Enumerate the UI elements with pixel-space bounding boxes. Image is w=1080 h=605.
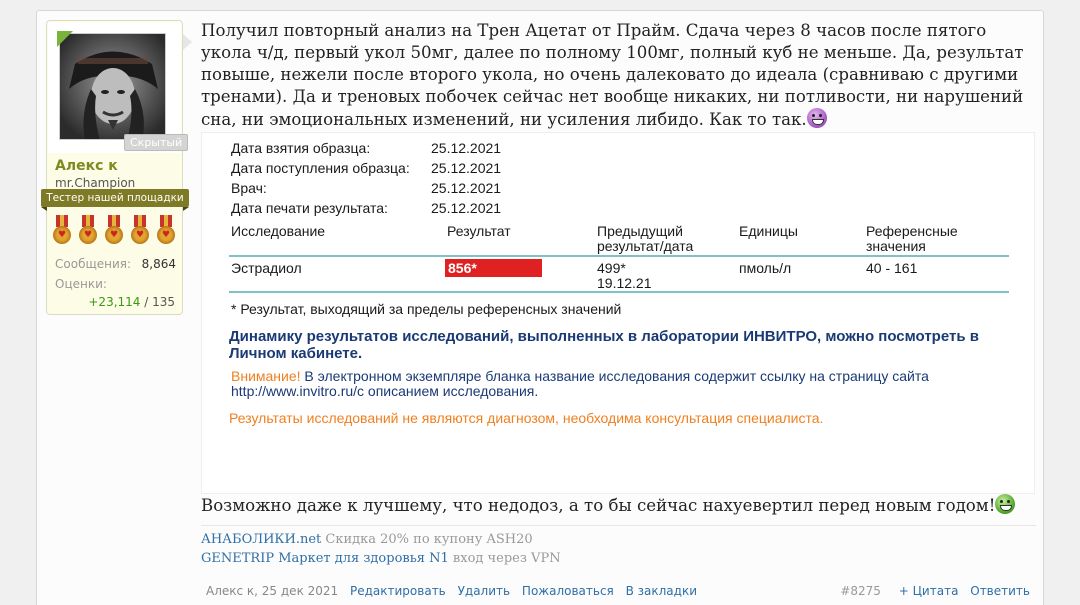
post-text: Получил повторный анализ на Трен Ацетат … [201, 20, 1036, 131]
post-text-2: Возможно даже к лучшему, что недодоз, а … [201, 496, 996, 515]
lab-disclaimer: Результаты исследований не являются диаг… [229, 410, 824, 426]
cell-prev-value: 499* [597, 260, 626, 276]
th-previous: Предыдущий результат/дата [597, 224, 693, 254]
post-author-date[interactable]: Алекс к, 25 дек 2021 [206, 584, 338, 598]
signature-link-genetrip[interactable]: GENETRIP Маркет для здоровья N1 [201, 551, 449, 566]
lab-meta-row: Врач: 25.12.2021 [231, 178, 501, 198]
lab-meta-key: Врач: [231, 180, 267, 196]
user-banner: Тестер нашей площадки [41, 189, 189, 211]
stat-messages-label: Сообщения: [55, 257, 132, 271]
stat-messages-value[interactable]: 8,864 [142, 257, 176, 271]
medals: ♥ ♥ ♥ ♥ ♥ [52, 215, 176, 249]
lab-meta-key: Дата взятия образца: [231, 140, 371, 156]
lab-meta-key: Дата поступления образца: [231, 160, 410, 176]
post-number[interactable]: #8275 [840, 584, 881, 598]
online-indicator-icon [57, 31, 73, 47]
signature-line-1: АНАБОЛИКИ.net Скидка 20% по купону ASH20 [201, 532, 533, 547]
speech-arrow [183, 34, 192, 50]
delete-link[interactable]: Удалить [458, 584, 511, 598]
cell-study: Эстрадиол [231, 260, 302, 276]
ratings-separator: / [140, 295, 153, 309]
th-reference: Референсные значения [866, 224, 958, 254]
th-reference-2: значения [866, 238, 926, 254]
signature-text-2: вход через VPN [448, 551, 561, 566]
signature-link-anaboliki[interactable]: АНАБОЛИКИ.net [201, 532, 321, 547]
lab-result-image[interactable]: Дата взятия образца: 25.12.2021 Дата посту… [201, 132, 1035, 494]
smiley-green-icon [995, 494, 1016, 514]
medal-icon[interactable]: ♥ [52, 215, 72, 249]
medal-icon[interactable]: ♥ [156, 215, 176, 249]
table-divider-top [229, 255, 1009, 257]
cell-result: 856* [445, 259, 542, 277]
lab-meta-value: 25.12.2021 [431, 200, 502, 216]
avatar-box[interactable]: Скрытый [48, 22, 189, 153]
ratings-value: +23,114 / 135 [88, 295, 175, 309]
user-name[interactable]: Алекс к [55, 158, 118, 174]
th-previous-1: Предыдущий [597, 223, 683, 239]
post-text-1: Получил повторный анализ на Трен Ацетат … [201, 21, 1024, 129]
reply-link[interactable]: Ответить [970, 584, 1030, 598]
quote-link[interactable]: + Цитата [899, 584, 959, 598]
avatar[interactable] [59, 33, 166, 140]
cell-units: пмоль/л [739, 260, 792, 276]
th-previous-2: результат/дата [597, 238, 694, 254]
user-panel: Скрытый Алекс к mr.Champion Тестер нашей… [41, 20, 189, 315]
table-divider-bottom [229, 291, 1009, 293]
signature-line-2: GENETRIP Маркет для здоровья N1 вход чер… [201, 551, 561, 566]
cell-prev-date: 19.12.21 [597, 275, 652, 291]
lab-meta-value: 25.12.2021 [431, 180, 502, 196]
stat-ratings-label: Оценки: [55, 277, 107, 291]
ratings-positive: +23,114 [88, 295, 141, 309]
lab-dynamics: Динамику результатов исследований, выпол… [229, 328, 979, 362]
smiley-purple-icon [806, 108, 827, 128]
cell-reference: 40 - 161 [866, 260, 918, 276]
report-link[interactable]: Пожаловаться [522, 584, 614, 598]
lab-meta-row: Дата поступления образца: 25.12.2021 [231, 158, 501, 178]
lab-meta-key: Дата печати результата: [231, 200, 388, 216]
medal-icon[interactable]: ♥ [78, 215, 98, 249]
lab-meta: Дата взятия образца: 25.12.2021 Дата посту… [231, 138, 501, 218]
lab-footnote: * Результат, выходящий за пределы рефере… [231, 301, 622, 317]
lab-warning: Внимание! В электронном экземпляре бланк… [231, 369, 991, 399]
signature-text-1: Скидка 20% по купону ASH20 [321, 532, 533, 547]
th-result: Результат [447, 223, 511, 239]
th-study: Исследование [231, 223, 326, 239]
lab-warning-label: Внимание! [231, 368, 301, 384]
post-text-2-container: Возможно даже к лучшему, что недодоз, а … [201, 494, 1036, 517]
lab-meta-value: 25.12.2021 [431, 160, 502, 176]
th-reference-1: Референсные [866, 223, 958, 239]
stat-messages: Сообщения: 8,864 [55, 257, 176, 271]
edit-link[interactable]: Редактировать [350, 584, 446, 598]
lab-meta-row: Дата взятия образца: 25.12.2021 [231, 138, 501, 158]
lab-warning-text: В электронном экземпляре бланка название… [231, 368, 929, 399]
ratings-total: 135 [152, 295, 175, 309]
stat-ratings: Оценки: [55, 277, 176, 291]
bookmark-link[interactable]: В закладки [626, 584, 697, 598]
th-units: Единицы [739, 223, 798, 239]
hidden-status-badge: Скрытый [124, 134, 189, 151]
medal-icon[interactable]: ♥ [130, 215, 150, 249]
lab-meta-row: Дата печати результата: 25.12.2021 [231, 198, 501, 218]
signature-divider [201, 525, 1036, 526]
medal-icon[interactable]: ♥ [104, 215, 124, 249]
lab-meta-value: 25.12.2021 [431, 140, 502, 156]
user-title: mr.Champion [55, 176, 136, 190]
